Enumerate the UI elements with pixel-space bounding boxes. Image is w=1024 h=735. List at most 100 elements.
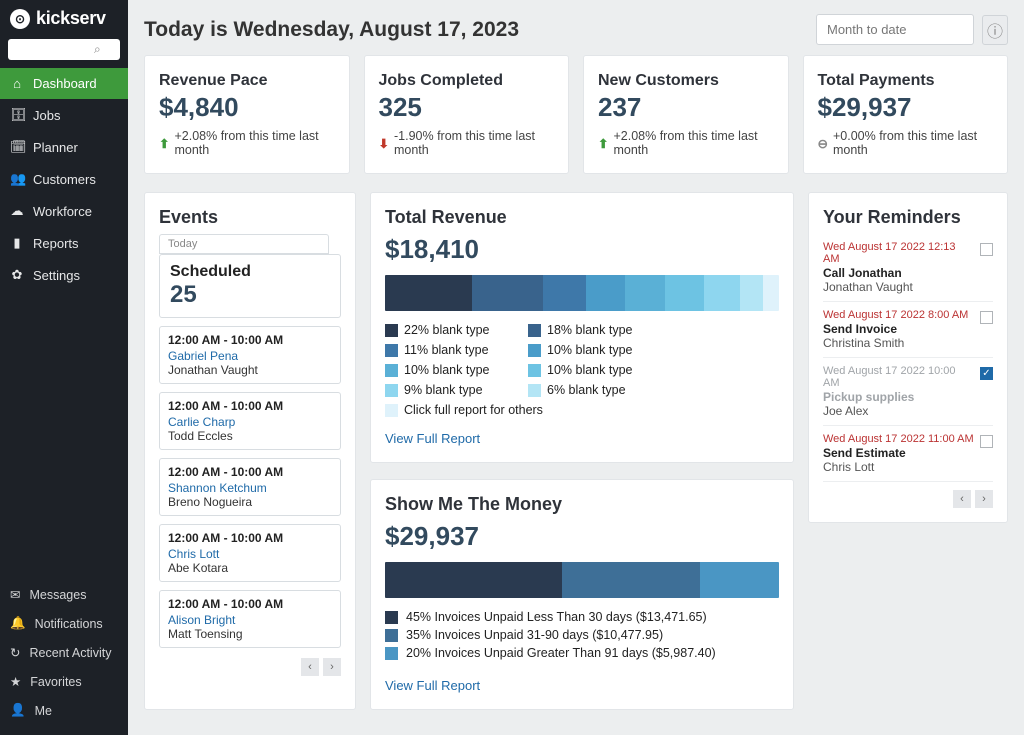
money-title: Show Me The Money bbox=[385, 494, 779, 515]
event-customer-link[interactable]: Shannon Ketchum bbox=[168, 481, 332, 495]
sidebar-item-settings[interactable]: ✿Settings bbox=[0, 259, 128, 291]
legend-item: 10% blank type bbox=[528, 343, 646, 357]
legend-text: 6% blank type bbox=[547, 383, 626, 397]
legend-item: 10% blank type bbox=[528, 363, 646, 377]
legend-text: 9% blank type bbox=[404, 383, 483, 397]
event-customer-link[interactable]: Alison Bright bbox=[168, 613, 332, 627]
messages-icon: ✉ bbox=[10, 587, 20, 602]
reminders-next-button[interactable]: › bbox=[975, 490, 993, 508]
reminder-title: Send Estimate bbox=[823, 446, 974, 460]
event-time: 12:00 AM - 10:00 AM bbox=[168, 465, 332, 479]
reminders-panel: Your Reminders Wed August 17 2022 12:13 … bbox=[808, 192, 1008, 523]
arrow-down-icon: ⬇ bbox=[379, 136, 389, 151]
legend-swatch bbox=[385, 647, 398, 660]
revenue-bar-segment bbox=[740, 275, 764, 311]
revenue-full-report-link[interactable]: View Full Report bbox=[385, 431, 480, 446]
reminders-prev-button[interactable]: ‹ bbox=[953, 490, 971, 508]
event-customer-link[interactable]: Gabriel Pena bbox=[168, 349, 332, 363]
events-prev-button[interactable]: ‹ bbox=[301, 658, 319, 676]
kpi-title: New Customers bbox=[598, 72, 774, 90]
info-button[interactable]: ⓘ bbox=[982, 15, 1008, 45]
reminder-checkbox[interactable] bbox=[980, 311, 993, 324]
reminder-item[interactable]: Wed August 17 2022 8:00 AM Send Invoice … bbox=[823, 302, 993, 358]
me-icon: 👤 bbox=[10, 703, 26, 718]
notifications-icon: 🔔 bbox=[10, 616, 26, 631]
event-customer-link[interactable]: Chris Lott bbox=[168, 547, 332, 561]
event-item[interactable]: 12:00 AM - 10:00 AM Carlie Charp Todd Ec… bbox=[159, 392, 341, 450]
events-tab-today[interactable]: Today bbox=[159, 234, 329, 254]
kpi-delta: ⬆+2.08% from this time last month bbox=[159, 129, 335, 157]
sidebar-item-me[interactable]: 👤Me bbox=[0, 696, 128, 725]
legend-text: 20% Invoices Unpaid Greater Than 91 days… bbox=[406, 646, 716, 660]
legend-swatch bbox=[385, 404, 398, 417]
event-item[interactable]: 12:00 AM - 10:00 AM Alison Bright Matt T… bbox=[159, 590, 341, 648]
sidebar-item-reports[interactable]: ▮Reports bbox=[0, 227, 128, 259]
legend-text: Click full report for others bbox=[404, 403, 543, 417]
dashboard-icon: ⌂ bbox=[10, 76, 24, 91]
kpi-value: 237 bbox=[598, 92, 774, 123]
legend-text: 22% blank type bbox=[404, 323, 489, 337]
sidebar-item-planner[interactable]: 🗓Planner bbox=[0, 131, 128, 163]
reminder-checkbox[interactable]: ✓ bbox=[980, 367, 993, 380]
sidebar-item-label: Notifications bbox=[35, 617, 103, 631]
sidebar-item-label: Dashboard bbox=[33, 76, 97, 91]
sidebar-item-messages[interactable]: ✉Messages bbox=[0, 580, 128, 609]
legend-text: 45% Invoices Unpaid Less Than 30 days ($… bbox=[406, 610, 707, 624]
event-item[interactable]: 12:00 AM - 10:00 AM Gabriel Pena Jonatha… bbox=[159, 326, 341, 384]
brand-name: kickserv bbox=[36, 8, 106, 29]
legend-text: 10% blank type bbox=[547, 343, 632, 357]
legend-swatch bbox=[385, 344, 398, 357]
legend-item: 18% blank type bbox=[528, 323, 646, 337]
legend-text: 10% blank type bbox=[547, 363, 632, 377]
main-content: Today is Wednesday, August 17, 2023 Mont… bbox=[128, 0, 1024, 735]
kpi-delta: ⬇-1.90% from this time last month bbox=[379, 129, 555, 157]
money-bar-chart bbox=[385, 562, 779, 598]
revenue-bar-segment bbox=[385, 275, 472, 311]
sidebar-item-customers[interactable]: 👥Customers bbox=[0, 163, 128, 195]
planner-icon: 🗓 bbox=[10, 139, 24, 155]
event-tech: Matt Toensing bbox=[168, 627, 332, 641]
reminder-who: Chris Lott bbox=[823, 460, 974, 474]
date-range-select[interactable]: Month to date bbox=[816, 14, 974, 45]
reminder-checkbox[interactable] bbox=[980, 243, 993, 256]
events-next-button[interactable]: › bbox=[323, 658, 341, 676]
money-bar-segment bbox=[700, 562, 779, 598]
legend-swatch bbox=[385, 384, 398, 397]
search-input[interactable] bbox=[14, 43, 94, 57]
sidebar-item-jobs[interactable]: 🗄Jobs bbox=[0, 99, 128, 131]
event-time: 12:00 AM - 10:00 AM bbox=[168, 531, 332, 545]
reminder-title: Call Jonathan bbox=[823, 266, 974, 280]
sidebar-item-workforce[interactable]: ☁Workforce bbox=[0, 195, 128, 227]
event-tech: Todd Eccles bbox=[168, 429, 332, 443]
event-tech: Breno Nogueira bbox=[168, 495, 332, 509]
sidebar-item-notifications[interactable]: 🔔 Notifications bbox=[0, 609, 128, 638]
legend-item: Click full report for others bbox=[385, 403, 543, 417]
money-full-report-link[interactable]: View Full Report bbox=[385, 678, 480, 693]
event-customer-link[interactable]: Carlie Charp bbox=[168, 415, 332, 429]
event-time: 12:00 AM - 10:00 AM bbox=[168, 399, 332, 413]
revenue-total: $18,410 bbox=[385, 234, 779, 265]
scheduled-label: Scheduled bbox=[170, 263, 330, 281]
search: ⌕ bbox=[0, 35, 128, 68]
event-item[interactable]: 12:00 AM - 10:00 AM Shannon Ketchum Bren… bbox=[159, 458, 341, 516]
kpi-row: Revenue Pace $4,840 ⬆+2.08% from this ti… bbox=[144, 55, 1008, 174]
event-item[interactable]: 12:00 AM - 10:00 AM Chris Lott Abe Kotar… bbox=[159, 524, 341, 582]
legend-item: 45% Invoices Unpaid Less Than 30 days ($… bbox=[385, 610, 779, 624]
reminder-item[interactable]: Wed August 17 2022 10:00 AM Pickup suppl… bbox=[823, 358, 993, 426]
revenue-bar-segment bbox=[704, 275, 739, 311]
legend-swatch bbox=[385, 324, 398, 337]
sidebar-item-dashboard[interactable]: ⌂ Dashboard bbox=[0, 68, 128, 99]
legend-item: 20% Invoices Unpaid Greater Than 91 days… bbox=[385, 646, 779, 660]
sidebar-item-favorites[interactable]: ★Favorites bbox=[0, 667, 128, 696]
reminder-item[interactable]: Wed August 17 2022 11:00 AM Send Estimat… bbox=[823, 426, 993, 482]
recent-activity-icon: ↻ bbox=[10, 645, 20, 660]
sidebar-item-recent-activity[interactable]: ↻Recent Activity bbox=[0, 638, 128, 667]
legend-text: 35% Invoices Unpaid 31-90 days ($10,477.… bbox=[406, 628, 663, 642]
event-time: 12:00 AM - 10:00 AM bbox=[168, 333, 332, 347]
reminder-item[interactable]: Wed August 17 2022 12:13 AM Call Jonatha… bbox=[823, 234, 993, 302]
search-icon[interactable]: ⌕ bbox=[94, 42, 101, 57]
info-icon: ⓘ bbox=[987, 18, 1003, 42]
kpi-value: 325 bbox=[379, 92, 555, 123]
reminder-checkbox[interactable] bbox=[980, 435, 993, 448]
page-title: Today is Wednesday, August 17, 2023 bbox=[144, 18, 519, 42]
